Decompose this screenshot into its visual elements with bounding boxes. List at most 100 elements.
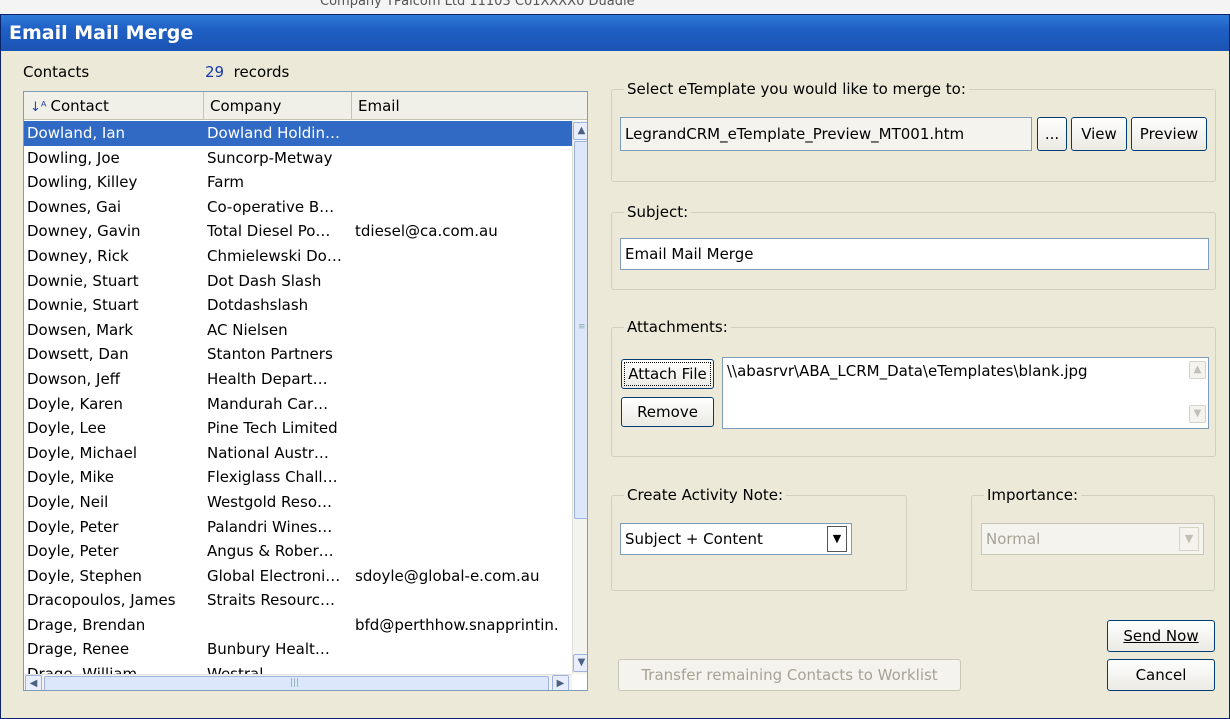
- cell-company: Stanton Partners: [207, 345, 333, 364]
- horizontal-scroll-thumb[interactable]: |||: [44, 676, 549, 690]
- cell-contact: Dowsett, Dan: [27, 345, 129, 364]
- table-row[interactable]: Downie, Stuart Dotdashslash: [24, 293, 572, 318]
- browse-template-button[interactable]: ...: [1037, 117, 1067, 151]
- contacts-list[interactable]: ↓ᴬ Contact Company Email Dowland, Ian Dowl…: [23, 91, 588, 691]
- table-row[interactable]: Dracopoulos, James Straits Resourc…: [24, 588, 572, 613]
- table-row[interactable]: Doyle, Stephen Global Electroni… sdoyle@gl…: [24, 564, 572, 589]
- cell-company: Suncorp-Metway: [207, 148, 333, 167]
- table-row[interactable]: Doyle, Michael National Austr…: [24, 441, 572, 466]
- attachments-legend: Attachments:: [624, 318, 731, 336]
- cell-contact: Drage, Brendan: [27, 615, 146, 634]
- subject-input[interactable]: Email Mail Merge: [620, 238, 1209, 270]
- scroll-right-icon[interactable]: ▶: [552, 675, 569, 690]
- records-count: 29 records: [205, 63, 289, 81]
- table-row[interactable]: Drage, Renee Bunbury Healt…: [24, 637, 572, 662]
- template-path-field[interactable]: LegrandCRM_eTemplate_Preview_MT001.htm: [620, 117, 1032, 151]
- template-legend: Select eTemplate you would like to merge…: [624, 80, 969, 98]
- table-row[interactable]: Dowling, Killey Farm: [24, 170, 572, 195]
- cell-company: Farm: [207, 173, 244, 192]
- chevron-down-icon: ▼: [1179, 527, 1199, 551]
- table-row[interactable]: Doyle, Neil Westgold Reso…: [24, 490, 572, 515]
- cell-company: AC Nielsen: [207, 320, 288, 339]
- cell-company: Westral: [207, 662, 353, 674]
- vertical-scroll-thumb[interactable]: ≡: [574, 141, 587, 519]
- cell-contact: Doyle, Karen: [27, 394, 123, 413]
- transfer-to-worklist-button: Transfer remaining Contacts to Worklist: [618, 659, 961, 691]
- table-row[interactable]: Doyle, Lee Pine Tech Limited: [24, 416, 572, 441]
- table-row[interactable]: Downes, Gai Co-operative B…: [24, 195, 572, 220]
- cell-company: Palandri Wines…: [207, 517, 333, 536]
- attachments-group: Attachments: Attach File Remove \\abasrv…: [611, 318, 1216, 457]
- table-row[interactable]: Downey, Rick Chmielewski Do…: [24, 244, 572, 269]
- remove-attachment-button[interactable]: Remove: [621, 397, 714, 427]
- cell-company: Dowland Holdin…: [207, 124, 340, 142]
- subject-group: Subject: Email Mail Merge: [611, 203, 1216, 290]
- cell-company: Health Depart…: [207, 369, 328, 388]
- cell-contact: Doyle, Stephen: [27, 566, 142, 585]
- table-row[interactable]: Dowson, Jeff Health Depart…: [24, 367, 572, 392]
- cancel-button[interactable]: Cancel: [1107, 659, 1215, 691]
- table-row[interactable]: Downey, Gavin Total Diesel Po… tdiesel@ca.…: [24, 219, 572, 244]
- cell-contact: Doyle, Peter: [27, 542, 119, 561]
- table-row[interactable]: Doyle, Peter Angus & Rober…: [24, 539, 572, 564]
- grip-icon: |||: [290, 678, 300, 688]
- subject-legend: Subject:: [624, 203, 692, 221]
- cell-contact: Dowling, Killey: [27, 173, 138, 192]
- view-template-button[interactable]: View: [1071, 117, 1127, 151]
- sort-ascending-icon: ↓ᴬ: [30, 100, 47, 115]
- cell-contact: Dowsen, Mark: [27, 320, 134, 339]
- contacts-rows: Dowland, Ian Dowland Holdin… Dowling, Joe S…: [24, 121, 572, 674]
- table-row[interactable]: Dowland, Ian Dowland Holdin…: [24, 121, 572, 146]
- column-header-email[interactable]: Email: [352, 92, 587, 120]
- table-row[interactable]: Doyle, Peter Palandri Wines…: [24, 515, 572, 540]
- column-header-contact[interactable]: ↓ᴬ Contact: [24, 92, 204, 120]
- cell-company: Chmielewski Do…: [207, 246, 342, 265]
- cell-company: Global Electroni…: [207, 566, 341, 585]
- table-row[interactable]: Doyle, Mike Flexiglass Chall…: [24, 465, 572, 490]
- grip-icon: ≡: [578, 322, 586, 332]
- scroll-up-icon: ▲: [1189, 361, 1206, 379]
- send-now-button[interactable]: Send Now: [1107, 620, 1215, 652]
- cell-contact: Downes, Gai: [27, 197, 122, 216]
- cell-email: bfd@perthhow.snapprintin.: [355, 615, 559, 634]
- table-row[interactable]: Dowling, Joe Suncorp-Metway: [24, 146, 572, 171]
- vertical-scrollbar[interactable]: ▲ ≡ ▼: [572, 121, 587, 674]
- cell-company: Angus & Rober…: [207, 542, 334, 561]
- scroll-up-icon[interactable]: ▲: [573, 122, 587, 140]
- cell-company: Dotdashslash: [207, 296, 309, 315]
- table-row[interactable]: Doyle, Karen Mandurah Car…: [24, 392, 572, 417]
- cell-company: Pine Tech Limited: [207, 419, 338, 438]
- cell-contact: Downie, Stuart: [27, 271, 139, 290]
- cell-company: Flexiglass Chall…: [207, 468, 338, 487]
- table-row[interactable]: Drage, Brendan bfd@perthhow.snapprintin.: [24, 613, 572, 638]
- cell-contact: Drage, Renee: [27, 640, 130, 659]
- cell-contact: Dracopoulos, James: [27, 591, 176, 610]
- horizontal-scrollbar[interactable]: ◀ ||| ▶: [24, 674, 572, 690]
- table-row[interactable]: Dowsen, Mark AC Nielsen: [24, 318, 572, 343]
- importance-legend: Importance:: [984, 486, 1082, 504]
- scroll-down-icon[interactable]: ▼: [573, 654, 587, 672]
- cell-company: Total Diesel Po…: [207, 222, 331, 241]
- attachments-list[interactable]: \\abasrvr\ABA_LCRM_Data\eTemplates\blank…: [722, 357, 1209, 429]
- cell-contact: Doyle, Mike: [27, 468, 115, 487]
- scroll-left-icon[interactable]: ◀: [25, 675, 42, 690]
- cell-contact: Doyle, Neil: [27, 492, 109, 511]
- cell-company: Co-operative B…: [207, 197, 335, 216]
- activity-note-select[interactable]: Subject + Content ▼: [620, 523, 852, 555]
- cell-contact: Doyle, Lee: [27, 419, 107, 438]
- preview-template-button[interactable]: Preview: [1131, 117, 1207, 151]
- cell-company: Straits Resourc…: [207, 591, 335, 610]
- chevron-down-icon[interactable]: ▼: [827, 526, 847, 552]
- cell-contact: Dowland, Ian: [27, 124, 126, 142]
- table-row[interactable]: Drage, WilliamWestral: [24, 662, 572, 674]
- cell-contact: Drage, William: [27, 662, 205, 674]
- records-count-suffix: records: [233, 63, 290, 81]
- table-row[interactable]: Dowsett, Dan Stanton Partners: [24, 342, 572, 367]
- cell-company: Bunbury Healt…: [207, 640, 330, 659]
- column-header-company[interactable]: Company: [204, 92, 352, 120]
- attach-file-button[interactable]: Attach File: [621, 359, 714, 389]
- importance-select: Normal ▼: [981, 523, 1204, 555]
- records-count-number: 29: [205, 63, 225, 81]
- table-row[interactable]: Downie, Stuart Dot Dash Slash: [24, 269, 572, 294]
- importance-value: Normal: [986, 530, 1041, 548]
